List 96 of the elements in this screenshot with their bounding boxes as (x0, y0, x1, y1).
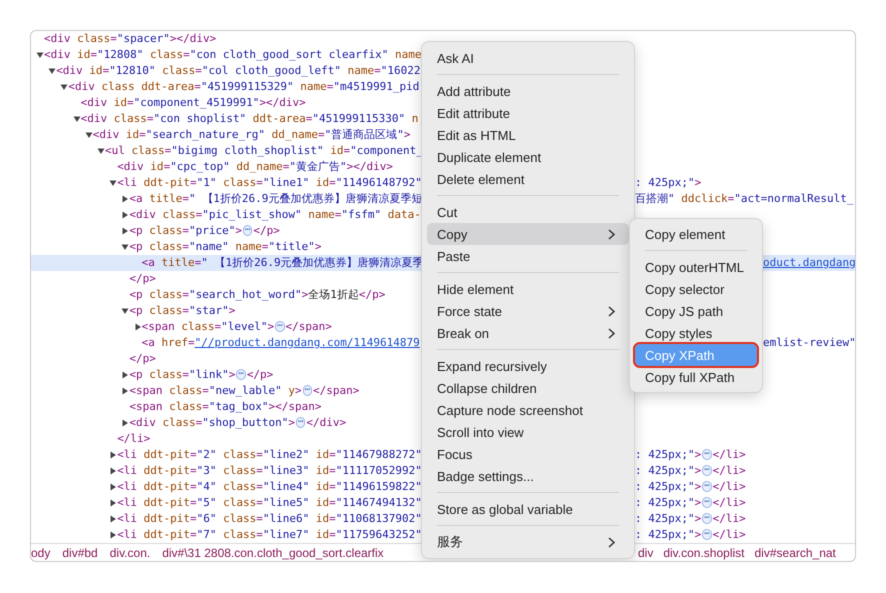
menu-item[interactable]: Break on (427, 322, 629, 344)
triangle-icon[interactable] (36, 51, 44, 59)
menu-item[interactable]: Copy styles (635, 322, 757, 344)
code-line[interactable]: oduct.dangdang (763, 255, 855, 271)
breadcrumb-item[interactable]: div#search_nat (754, 546, 836, 560)
code-line[interactable]: <div id="12810" class="col cloth_good_left" name="16022 (56, 63, 420, 79)
code-line[interactable]: <li ddt-pit="7" class="line7" id="11759643252" (117, 527, 422, 543)
menu-item[interactable]: Copy selector (635, 278, 757, 300)
triangle-icon[interactable] (60, 83, 68, 91)
menu-item[interactable]: Copy full XPath (635, 366, 757, 388)
code-line[interactable]: <a title=" 【1折价26.9元叠加优惠券】唐狮清凉夏季短 (129, 191, 422, 207)
code-line[interactable]: <ul class="bigimg cloth_shoplist" id="component_ (105, 143, 423, 159)
menu-item[interactable]: Force state (427, 300, 629, 322)
code-line[interactable]: <span class="level">⋯</span> (142, 319, 332, 335)
breadcrumb-item[interactable]: ody (31, 546, 50, 560)
menu-item[interactable]: Focus (427, 443, 629, 465)
triangle-icon[interactable] (109, 499, 118, 507)
triangle-icon[interactable] (134, 323, 142, 331)
menu-item[interactable]: Scroll into view (427, 421, 629, 443)
code-line[interactable]: : 425px;">⋯</li> (635, 479, 746, 495)
triangle-icon[interactable] (84, 131, 93, 139)
breadcrumb-item[interactable]: div.con. (110, 546, 150, 560)
menu-item[interactable]: Badge settings... (427, 465, 629, 487)
menu-item[interactable]: Expand recursively (427, 355, 629, 377)
code-line[interactable]: <p class="star"> (129, 303, 236, 319)
triangle-icon[interactable] (109, 179, 118, 187)
breadcrumb-item[interactable]: div#\31 2808.con.cloth_good_sort.clearfix (162, 546, 384, 560)
menu-item[interactable]: Capture node screenshot (427, 399, 629, 421)
code-line[interactable]: <p class="link">⋯</p> (129, 367, 274, 383)
code-line[interactable]: <li ddt-pit="3" class="line3" id="11117052992" (117, 463, 422, 479)
triangle-icon[interactable] (109, 531, 118, 539)
code-line[interactable]: </p> (129, 351, 156, 367)
code-line[interactable]: <span class="tag_box"></span> (129, 399, 322, 415)
triangle-icon[interactable] (109, 483, 118, 491)
triangle-icon[interactable] (109, 451, 118, 459)
menu-item[interactable]: Paste (427, 245, 629, 267)
code-line[interactable]: <li ddt-pit="1" class="line1" id="11496148792" (117, 175, 422, 191)
menu-item[interactable]: Edit as HTML (427, 124, 629, 146)
triangle-icon[interactable] (121, 387, 130, 395)
menu-item[interactable]: Hide element (427, 278, 629, 300)
code-line[interactable]: : 425px;">⋯</li> (635, 527, 746, 543)
triangle-icon[interactable] (121, 371, 130, 379)
triangle-icon[interactable] (121, 243, 130, 251)
menu-item[interactable]: Ask AI (427, 47, 629, 69)
code-line[interactable]: <div id="cpc_top" dd_name="黄金广告"></div> (117, 159, 394, 175)
code-line[interactable]: <div class ddt-area="451999115329" name="m4519991_pid (68, 79, 420, 95)
code-line[interactable]: <p class="search_hot_word">全场1折起</p> (129, 287, 386, 303)
breadcrumb-item[interactable]: div#bd (62, 546, 98, 560)
code-line[interactable]: <span class="new_lable" y>⋯</span> (129, 383, 360, 399)
menu-item[interactable]: Store as global variable (427, 498, 629, 520)
code-line[interactable]: <p class="name" name="title"> (129, 239, 322, 255)
code-line[interactable]: <div id="component_4519991"></div> (80, 95, 306, 111)
code-line[interactable]: emlist-review" (763, 335, 855, 351)
code-line[interactable]: : 425px;">⋯</li> (635, 495, 746, 511)
code-line[interactable]: <div id="12808" class="con cloth_good_sort clearfix" name (44, 47, 422, 63)
code-line[interactable]: <div class="pic_list_show" name="fsfm" data- (129, 207, 421, 223)
code-line[interactable]: <li ddt-pit="4" class="line4" id="11496159822" (117, 479, 422, 495)
code-line[interactable]: <div class="con shoplist" ddt-area="451999115330" n (80, 111, 418, 127)
triangle-icon[interactable] (109, 515, 118, 523)
code-line[interactable]: <a href="//product.dangdang.com/1149614879 (142, 335, 420, 351)
breadcrumb-item[interactable]: div.con.shoplist (663, 546, 744, 560)
code-line[interactable]: <li ddt-pit="5" class="line5" id="11467494132" (117, 495, 422, 511)
menu-item[interactable]: Collapse children (427, 377, 629, 399)
triangle-icon[interactable] (72, 115, 81, 123)
code-line[interactable]: : 425px;">⋯</li> (635, 463, 746, 479)
code-line[interactable]: : 425px;"> (635, 175, 702, 191)
menu-item[interactable]: Cut (427, 201, 629, 223)
code-line[interactable]: <div class="shop_button">⋯</div> (129, 415, 346, 431)
triangle-icon[interactable] (121, 227, 130, 235)
triangle-icon[interactable] (109, 467, 118, 475)
triangle-icon[interactable] (121, 195, 130, 203)
menu-item[interactable]: Edit attribute (427, 102, 629, 124)
triangle-icon[interactable] (121, 211, 130, 219)
code-line[interactable]: <li ddt-pit="6" class="line6" id="11068137902" (117, 511, 422, 527)
code-line[interactable]: <div class="spacer"></div> (44, 31, 216, 47)
menu-item[interactable]: Duplicate element (427, 146, 629, 168)
code-line[interactable]: : 425px;">⋯</li> (635, 447, 746, 463)
code-line[interactable]: 百搭潮" ddclick="act=normalResult_ (635, 191, 854, 207)
code-line[interactable]: <div id="search_nature_rg" dd_name="普通商品区域"> (92, 127, 410, 143)
menu-item[interactable]: 服务 (427, 531, 629, 553)
menu-item[interactable]: Copy element (635, 223, 757, 245)
triangle-icon[interactable] (97, 147, 105, 155)
menu-item[interactable]: Copy outerHTML (635, 256, 757, 278)
triangle-icon[interactable] (121, 307, 130, 315)
code-line[interactable]: </li> (117, 431, 150, 447)
code-line[interactable]: </p> (129, 271, 156, 287)
breadcrumb-item[interactable]: div (638, 546, 654, 560)
menu-item[interactable]: Add attribute (427, 80, 629, 102)
triangle-icon[interactable] (48, 67, 56, 75)
menu-item[interactable]: Delete element (427, 168, 629, 190)
triangle-icon[interactable] (121, 419, 130, 427)
menu-item[interactable]: Copy (427, 223, 629, 245)
code-line[interactable]: <li ddt-pit="2" class="line2" id="11467988272" (117, 447, 422, 463)
code-line[interactable]: <p class="price">⋯</p> (129, 223, 280, 239)
code-line[interactable]: : 425px;">⋯</li> (635, 511, 746, 527)
menu-item[interactable]: Copy JS path (635, 300, 757, 322)
